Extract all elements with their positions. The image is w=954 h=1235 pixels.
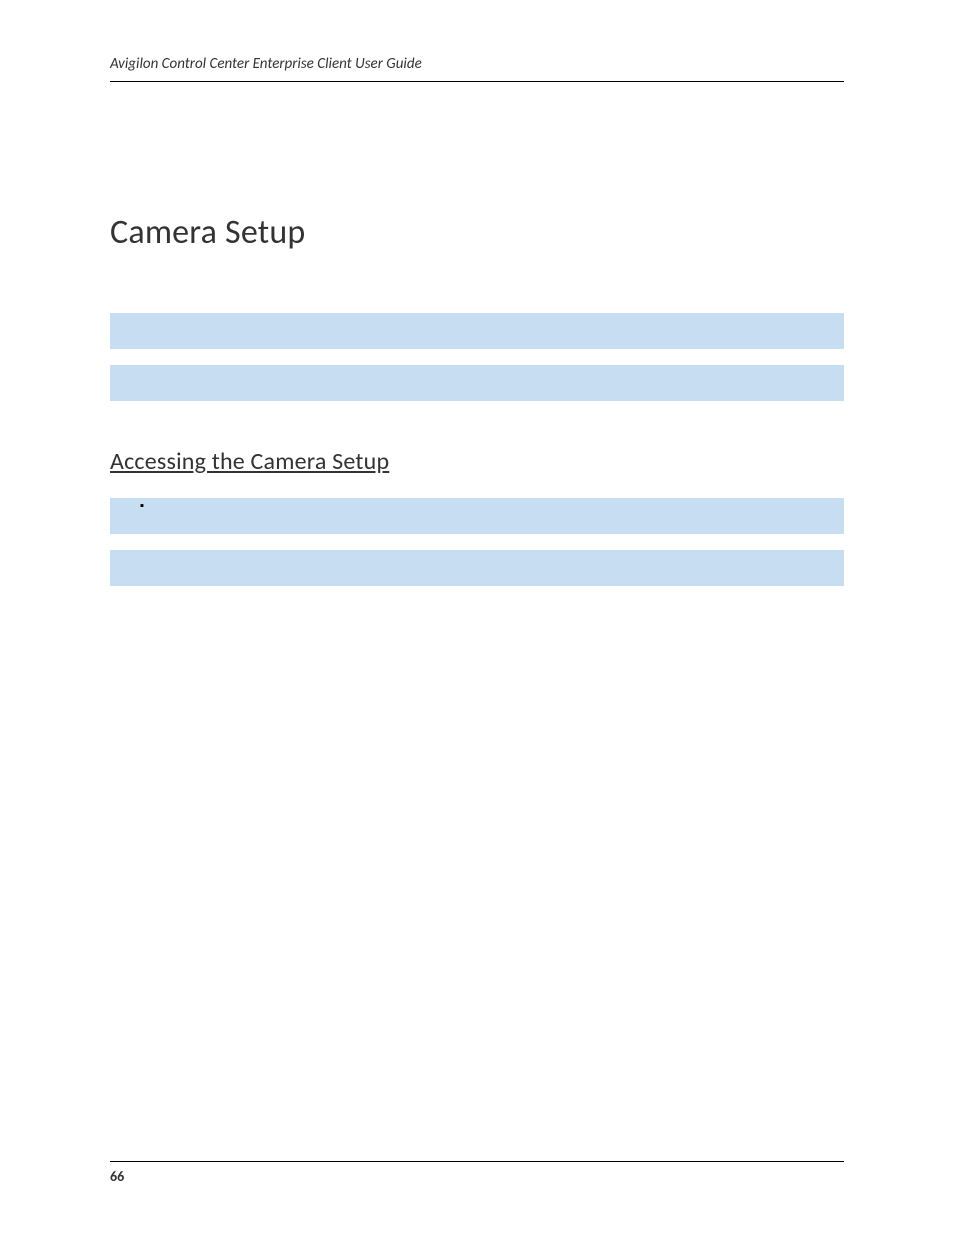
sub-info-box-1 bbox=[110, 498, 844, 534]
page-number: 66 bbox=[110, 1168, 124, 1185]
info-box-1 bbox=[110, 313, 844, 349]
info-box-2 bbox=[110, 365, 844, 401]
sub-info-box-2 bbox=[110, 550, 844, 586]
page-header: Avigilon Control Center Enterprise Clien… bbox=[110, 55, 844, 82]
page-title: Camera Setup bbox=[110, 212, 844, 253]
section-title: Accessing the Camera Setup bbox=[110, 447, 844, 476]
page-footer: 66 bbox=[110, 1161, 844, 1185]
